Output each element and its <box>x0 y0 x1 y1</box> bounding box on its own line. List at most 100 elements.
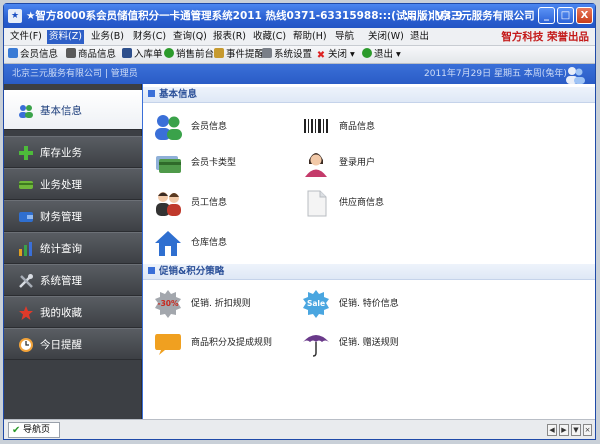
app-window: ★ ★智方8000系会员储值积分一卡通管理系统2011 热线0371-63315… <box>3 3 596 440</box>
toolbar-goods-info-button[interactable]: 商品信息 <box>66 48 116 62</box>
wallet-icon <box>19 212 33 222</box>
sidebar-item-basic-info[interactable]: 基本信息 <box>4 90 142 130</box>
sidebar-item-label: 财务管理 <box>40 211 82 223</box>
menu-file[interactable]: 文件(F) <box>8 30 44 44</box>
toolbar-sales-button[interactable]: 销售前台 <box>164 48 214 62</box>
toolbar-label: 商品信息 <box>78 49 117 60</box>
maximize-button[interactable]: □ <box>557 7 574 24</box>
discount-badge-text: -30% <box>157 299 179 308</box>
tab-navigation-page[interactable]: ✔ 导航页 <box>8 422 60 438</box>
module-label: 供应商信息 <box>339 198 385 208</box>
sidebar-item-system[interactable]: 系统管理 <box>4 264 142 296</box>
menu-exit[interactable]: 退出 <box>408 30 431 44</box>
toolbar-settings-button[interactable]: 系统设置 <box>262 48 312 62</box>
sidebar-item-reminders[interactable]: 今日提醒 <box>4 328 142 360</box>
warehouse-icon <box>155 231 181 256</box>
sidebar-item-inventory[interactable]: 库存业务 <box>4 136 142 168</box>
module-member-card-type[interactable]: 会员卡类型 <box>153 148 303 178</box>
sidebar-item-business[interactable]: 业务处理 <box>4 168 142 200</box>
date-label: 2011年7月29日 星期五 本周(兔年) <box>424 69 567 79</box>
menu-help[interactable]: 帮助(H) <box>291 30 329 44</box>
menu-finance[interactable]: 财务(C) <box>131 30 168 44</box>
barcode-icon <box>303 118 329 136</box>
sidebar-item-label: 统计查询 <box>40 243 82 255</box>
toolbar-reminder-button[interactable]: 事件提醒 <box>214 48 264 62</box>
member-card-icon <box>156 156 181 173</box>
minimize-button[interactable]: _ <box>538 7 555 24</box>
toolbar-member-info-button[interactable]: 会员信息 <box>8 48 58 62</box>
sidebar-item-finance[interactable]: 财务管理 <box>4 200 142 232</box>
module-special-price[interactable]: Sale 促销. 特价信息 <box>301 289 451 319</box>
toolbar-label: 入库单 <box>134 49 163 60</box>
star-icon <box>19 306 33 320</box>
module-label: 商品积分及提成规则 <box>191 338 273 348</box>
menu-report[interactable]: 报表(R) <box>211 30 248 44</box>
menu-close[interactable]: 关闭(W) <box>366 30 406 44</box>
module-warehouse-info[interactable]: 仓库信息 <box>153 228 303 258</box>
toolbar-exit-button[interactable]: 退出 ▾ <box>362 48 401 62</box>
points-icon <box>155 334 181 355</box>
module-member-info[interactable]: 会员信息 <box>153 112 303 142</box>
company-user-label: 北京三元服务有限公司 | 管理员 <box>12 69 138 79</box>
menu-data[interactable]: 资料(Z) <box>47 30 84 44</box>
toolbar-label: 事件提醒 <box>226 49 265 60</box>
window-title-company: ::: ☆北京三元服务有限公司 <box>404 10 535 22</box>
module-supplier-info[interactable]: 供应商信息 <box>301 188 451 218</box>
title-bar: ★ ★智方8000系会员储值积分一卡通管理系统2011 热线0371-63315… <box>4 4 595 28</box>
user-group-icon <box>566 67 585 84</box>
app-icon: ★ <box>8 9 22 23</box>
section-marker-icon <box>148 90 155 97</box>
tools-icon <box>19 274 33 288</box>
scroll-left-button[interactable]: ◀ <box>547 424 557 436</box>
clock-icon <box>19 338 33 352</box>
brand-label: 智方科技 荣誉出品 <box>501 31 589 43</box>
toolbar-label: 系统设置 <box>274 49 313 60</box>
module-login-user[interactable]: 登录用户 <box>301 148 451 178</box>
sidebar-item-label: 今日提醒 <box>40 339 82 351</box>
section-title: 促销&积分策略 <box>159 266 225 277</box>
tab-close-button[interactable]: × <box>583 424 592 436</box>
scroll-down-button[interactable]: ▼ <box>571 424 581 436</box>
sidebar-item-label: 系统管理 <box>40 275 82 287</box>
members-icon <box>155 115 182 140</box>
module-goods-info[interactable]: 商品信息 <box>301 112 451 142</box>
gift-umbrella-icon <box>303 335 329 357</box>
toolbar-label: 关闭 <box>328 49 348 60</box>
staff-icon <box>156 192 181 216</box>
toolbar: 会员信息 商品信息 入库单 销售前台 事件提醒 系统设置 ✖ 关闭 ▾ 退出 ▾ <box>4 46 595 64</box>
check-icon: ✔ <box>12 425 21 436</box>
module-staff-info[interactable]: 员工信息 <box>153 188 303 218</box>
members-icon <box>8 48 18 58</box>
section-title: 基本信息 <box>159 89 198 100</box>
module-label: 会员信息 <box>191 122 228 132</box>
menu-query[interactable]: 查询(Q) <box>171 30 209 44</box>
close-button[interactable]: X <box>576 7 593 24</box>
sidebar-item-label: 基本信息 <box>40 105 82 117</box>
sidebar-item-statistics[interactable]: 统计查询 <box>4 232 142 264</box>
login-user-icon <box>305 153 327 177</box>
sidebar-item-label: 库存业务 <box>40 147 82 159</box>
module-points-rules[interactable]: 商品积分及提成规则 <box>153 328 303 358</box>
close-icon: ✖ <box>316 50 326 61</box>
module-label: 商品信息 <box>339 122 376 132</box>
calendar-icon <box>214 48 224 58</box>
sidebar-item-favorites[interactable]: 我的收藏 <box>4 296 142 328</box>
menu-navigate[interactable]: 导航 <box>333 30 356 44</box>
users-icon <box>19 105 33 118</box>
bar-chart-icon <box>19 242 32 256</box>
sidebar-item-label: 我的收藏 <box>40 307 82 319</box>
module-discount-rules[interactable]: -30% 促销. 折扣规则 <box>153 289 303 319</box>
exit-icon <box>362 48 372 58</box>
toolbar-stock-in-button[interactable]: 入库单 <box>122 48 163 62</box>
module-gift-rules[interactable]: 促销. 赠送规则 <box>301 328 451 358</box>
barcode-icon <box>66 48 76 58</box>
menu-business[interactable]: 业务(B) <box>89 30 126 44</box>
sidebar-item-label: 业务处理 <box>40 179 82 191</box>
scroll-right-button[interactable]: ▶ <box>559 424 569 436</box>
section-promotion: 促销&积分策略 <box>143 264 595 280</box>
gear-icon <box>262 48 272 58</box>
document-icon <box>307 190 327 217</box>
menu-favorites[interactable]: 收藏(C) <box>251 30 288 44</box>
module-label: 仓库信息 <box>191 238 228 248</box>
toolbar-close-button[interactable]: ✖ 关闭 ▾ <box>316 48 355 62</box>
